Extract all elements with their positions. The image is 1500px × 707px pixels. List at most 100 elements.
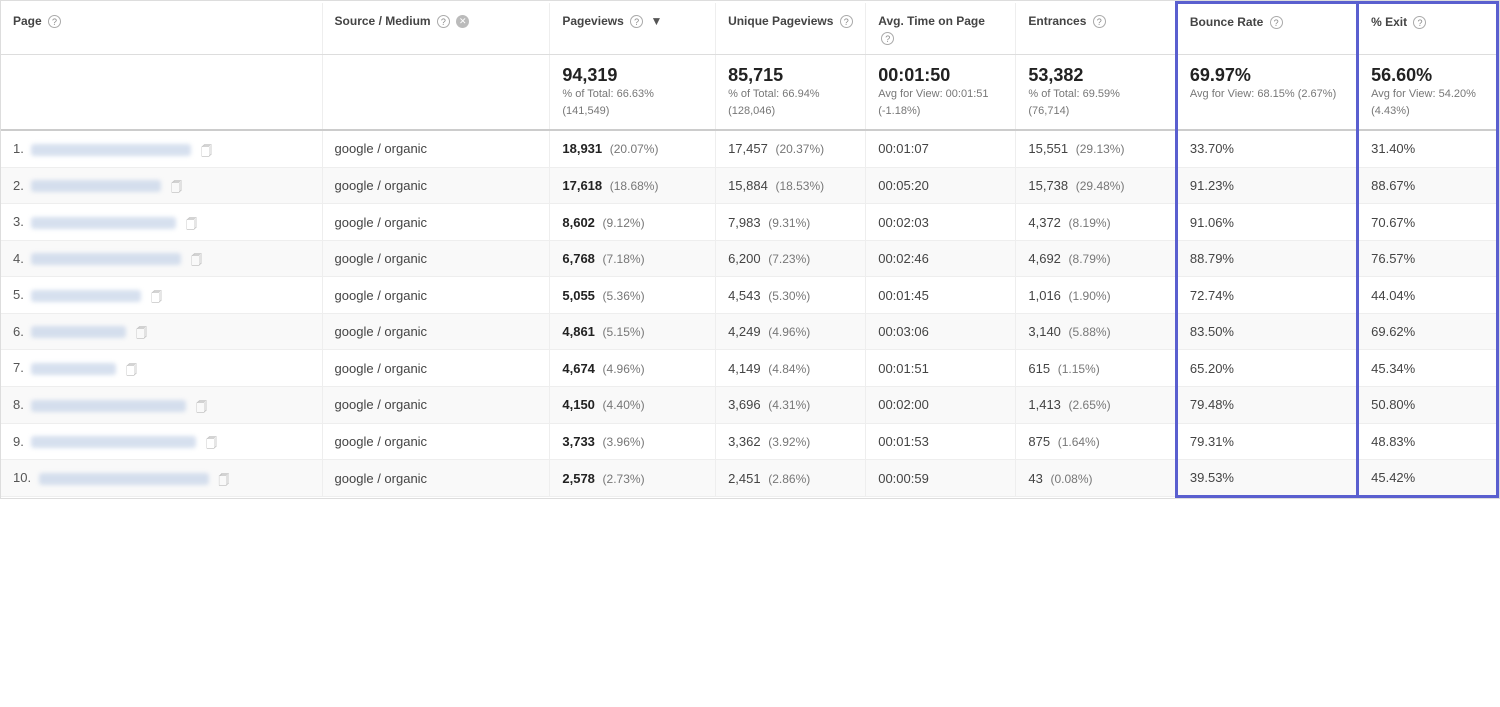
row-number: 6.: [13, 324, 24, 339]
pageviews-pct: (4.96%): [603, 362, 645, 376]
cell-pageviews: 17,618 (18.68%): [550, 167, 716, 204]
copy-icon[interactable]: 🗍: [196, 399, 210, 413]
table-row: 9. 🗍 google / organic 3,733 (3.96%) 3,36…: [1, 423, 1498, 460]
column-header-bounce: Bounce Rate ?: [1176, 3, 1357, 55]
totals-entrances: 53,382 % of Total: 69.59% (76,714): [1016, 55, 1177, 131]
cell-entrances: 43 (0.08%): [1016, 460, 1177, 497]
totals-unique: 85,715 % of Total: 66.94% (128,046): [716, 55, 866, 131]
copy-icon[interactable]: 🗍: [136, 325, 150, 339]
source-close-icon[interactable]: ✕: [456, 15, 469, 28]
copy-icon[interactable]: 🗍: [186, 216, 200, 230]
cell-unique: 4,543 (5.30%): [716, 277, 866, 314]
cell-pageviews: 4,150 (4.40%): [550, 387, 716, 424]
cell-exit: 45.42%: [1358, 460, 1498, 497]
cell-avgtime: 00:01:07: [866, 130, 1016, 167]
pageviews-sort-icon[interactable]: ▼: [650, 13, 662, 30]
avgtime-value: 00:01:07: [878, 141, 929, 156]
pageviews-pct: (9.12%): [603, 216, 645, 230]
entrances-help-icon[interactable]: ?: [1093, 15, 1106, 28]
exit-value: 45.42%: [1371, 470, 1415, 485]
page-url-blur: [31, 290, 141, 302]
entrances-pct: (1.64%): [1058, 435, 1100, 449]
avgtime-help-icon[interactable]: ?: [881, 32, 894, 45]
row-number: 1.: [13, 141, 24, 156]
cell-unique: 2,451 (2.86%): [716, 460, 866, 497]
pageviews-main: 2,578: [562, 471, 595, 486]
page-url-blur: [31, 400, 186, 412]
avgtime-value: 00:01:51: [878, 361, 929, 376]
entrances-pct: (29.13%): [1076, 142, 1125, 156]
source-value: google / organic: [335, 178, 428, 193]
page-url-blur: [31, 436, 196, 448]
unique-pct: (7.23%): [768, 252, 810, 266]
cell-unique: 3,696 (4.31%): [716, 387, 866, 424]
row-number: 5.: [13, 287, 24, 302]
cell-entrances: 1,413 (2.65%): [1016, 387, 1177, 424]
pageviews-main: 4,861: [562, 324, 595, 339]
source-value: google / organic: [335, 324, 428, 339]
source-value: google / organic: [335, 251, 428, 266]
pageviews-main: 17,618: [562, 178, 602, 193]
cell-entrances: 1,016 (1.90%): [1016, 277, 1177, 314]
copy-icon[interactable]: 🗍: [201, 143, 215, 157]
bounce-value: 91.23%: [1190, 178, 1234, 193]
avgtime-value: 00:05:20: [878, 178, 929, 193]
exit-value: 31.40%: [1371, 141, 1415, 156]
unique-main: 3,362: [728, 434, 761, 449]
cell-entrances: 4,372 (8.19%): [1016, 204, 1177, 241]
bounce-value: 39.53%: [1190, 470, 1234, 485]
cell-exit: 70.67%: [1358, 204, 1498, 241]
cell-unique: 4,249 (4.96%): [716, 313, 866, 350]
copy-icon[interactable]: 🗍: [191, 252, 205, 266]
pageviews-main: 3,733: [562, 434, 595, 449]
row-number: 3.: [13, 214, 24, 229]
bounce-value: 79.31%: [1190, 434, 1234, 449]
copy-icon[interactable]: 🗍: [171, 179, 185, 193]
source-value: google / organic: [335, 288, 428, 303]
pageviews-main: 8,602: [562, 215, 595, 230]
bounce-value: 79.48%: [1190, 397, 1234, 412]
cell-exit: 88.67%: [1358, 167, 1498, 204]
cell-source: google / organic: [322, 204, 550, 241]
copy-icon[interactable]: 🗍: [151, 289, 165, 303]
pageviews-main: 4,674: [562, 361, 595, 376]
cell-pageviews: 4,674 (4.96%): [550, 350, 716, 387]
unique-help-icon[interactable]: ?: [840, 15, 853, 28]
page-help-icon[interactable]: ?: [48, 15, 61, 28]
entrances-pct: (29.48%): [1076, 179, 1125, 193]
bounce-value: 65.20%: [1190, 361, 1234, 376]
totals-pageviews: 94,319 % of Total: 66.63% (141,549): [550, 55, 716, 131]
avgtime-value: 00:02:46: [878, 251, 929, 266]
exit-value: 45.34%: [1371, 361, 1415, 376]
entrances-main: 15,551: [1028, 141, 1068, 156]
copy-icon[interactable]: 🗍: [126, 362, 140, 376]
cell-exit: 50.80%: [1358, 387, 1498, 424]
unique-main: 15,884: [728, 178, 768, 193]
avgtime-value: 00:01:45: [878, 288, 929, 303]
entrances-pct: (0.08%): [1050, 472, 1092, 486]
cell-exit: 69.62%: [1358, 313, 1498, 350]
cell-bounce: 91.23%: [1176, 167, 1357, 204]
pageviews-help-icon[interactable]: ?: [630, 15, 643, 28]
pageviews-pct: (20.07%): [610, 142, 659, 156]
bounce-value: 88.79%: [1190, 251, 1234, 266]
exit-value: 76.57%: [1371, 251, 1415, 266]
unique-main: 7,983: [728, 215, 761, 230]
copy-icon[interactable]: 🗍: [206, 435, 220, 449]
cell-source: google / organic: [322, 423, 550, 460]
row-number: 2.: [13, 178, 24, 193]
exit-help-icon[interactable]: ?: [1413, 16, 1426, 29]
copy-icon[interactable]: 🗍: [218, 472, 232, 486]
cell-exit: 76.57%: [1358, 240, 1498, 277]
bounce-help-icon[interactable]: ?: [1270, 16, 1283, 29]
pageviews-main: 5,055: [562, 288, 595, 303]
row-number: 4.: [13, 251, 24, 266]
source-help-icon[interactable]: ?: [437, 15, 450, 28]
table-row: 4. 🗍 google / organic 6,768 (7.18%) 6,20…: [1, 240, 1498, 277]
avgtime-value: 00:02:00: [878, 397, 929, 412]
unique-pct: (20.37%): [775, 142, 824, 156]
cell-page: 7. 🗍: [1, 350, 322, 387]
cell-unique: 17,457 (20.37%): [716, 130, 866, 167]
cell-page: 2. 🗍: [1, 167, 322, 204]
table-row: 6. 🗍 google / organic 4,861 (5.15%) 4,24…: [1, 313, 1498, 350]
